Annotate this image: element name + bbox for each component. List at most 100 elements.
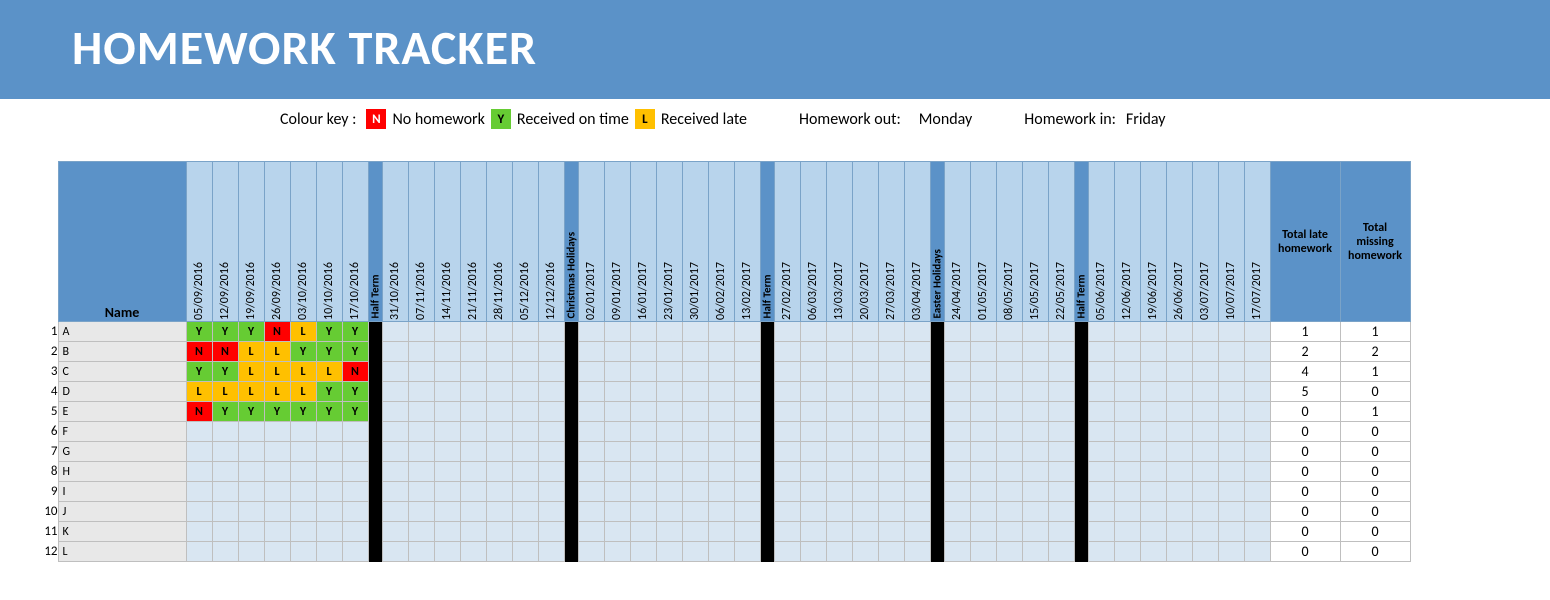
mark-cell[interactable] (708, 422, 734, 442)
mark-cell[interactable] (512, 402, 538, 422)
mark-cell[interactable] (1218, 422, 1244, 442)
mark-cell[interactable] (904, 462, 930, 482)
mark-cell[interactable] (1088, 402, 1114, 422)
mark-cell[interactable] (1088, 542, 1114, 562)
mark-cell[interactable] (1022, 402, 1048, 422)
mark-cell[interactable] (1244, 322, 1270, 342)
mark-cell[interactable] (408, 442, 434, 462)
mark-cell[interactable] (826, 522, 852, 542)
mark-cell[interactable] (944, 422, 970, 442)
mark-cell[interactable] (1244, 382, 1270, 402)
mark-cell[interactable] (408, 462, 434, 482)
mark-cell[interactable] (186, 482, 212, 502)
mark-cell[interactable] (1166, 542, 1192, 562)
mark-cell[interactable] (460, 402, 486, 422)
mark-cell[interactable] (538, 442, 564, 462)
mark-cell[interactable] (342, 522, 368, 542)
mark-cell[interactable] (264, 482, 290, 502)
mark-cell[interactable] (682, 522, 708, 542)
mark-cell[interactable] (1114, 442, 1140, 462)
mark-cell[interactable] (682, 402, 708, 422)
mark-cell[interactable] (800, 542, 826, 562)
mark-cell[interactable] (1088, 422, 1114, 442)
mark-cell[interactable] (1192, 342, 1218, 362)
mark-cell[interactable] (460, 322, 486, 342)
mark-cell[interactable] (1022, 482, 1048, 502)
mark-cell[interactable] (1218, 502, 1244, 522)
mark-cell[interactable]: Y (342, 322, 368, 342)
mark-cell[interactable] (630, 502, 656, 522)
mark-cell[interactable] (1166, 482, 1192, 502)
mark-cell[interactable] (512, 502, 538, 522)
mark-cell[interactable] (512, 462, 538, 482)
mark-cell[interactable] (970, 482, 996, 502)
mark-cell[interactable]: Y (238, 402, 264, 422)
mark-cell[interactable] (996, 502, 1022, 522)
mark-cell[interactable] (1166, 362, 1192, 382)
mark-cell[interactable] (852, 522, 878, 542)
mark-cell[interactable] (774, 382, 800, 402)
mark-cell[interactable] (316, 542, 342, 562)
mark-cell[interactable] (290, 542, 316, 562)
mark-cell[interactable] (1192, 362, 1218, 382)
mark-cell[interactable] (970, 522, 996, 542)
mark-cell[interactable] (1048, 462, 1074, 482)
mark-cell[interactable] (604, 542, 630, 562)
mark-cell[interactable] (538, 382, 564, 402)
mark-cell[interactable] (630, 362, 656, 382)
mark-cell[interactable] (656, 542, 682, 562)
mark-cell[interactable] (1022, 322, 1048, 342)
mark-cell[interactable] (1114, 462, 1140, 482)
mark-cell[interactable]: L (290, 362, 316, 382)
mark-cell[interactable] (800, 322, 826, 342)
mark-cell[interactable]: Y (316, 342, 342, 362)
mark-cell[interactable] (290, 422, 316, 442)
mark-cell[interactable] (708, 482, 734, 502)
mark-cell[interactable] (382, 482, 408, 502)
mark-cell[interactable] (800, 502, 826, 522)
mark-cell[interactable] (630, 542, 656, 562)
mark-cell[interactable]: L (186, 382, 212, 402)
mark-cell[interactable]: L (264, 362, 290, 382)
mark-cell[interactable] (604, 502, 630, 522)
mark-cell[interactable] (408, 402, 434, 422)
mark-cell[interactable] (434, 422, 460, 442)
mark-cell[interactable] (538, 322, 564, 342)
mark-cell[interactable] (316, 502, 342, 522)
mark-cell[interactable] (382, 502, 408, 522)
mark-cell[interactable] (1088, 322, 1114, 342)
mark-cell[interactable]: Y (238, 322, 264, 342)
mark-cell[interactable] (512, 322, 538, 342)
mark-cell[interactable] (264, 522, 290, 542)
mark-cell[interactable] (408, 482, 434, 502)
mark-cell[interactable] (1088, 462, 1114, 482)
mark-cell[interactable] (996, 422, 1022, 442)
mark-cell[interactable] (852, 442, 878, 462)
mark-cell[interactable] (1192, 482, 1218, 502)
mark-cell[interactable] (904, 522, 930, 542)
mark-cell[interactable] (682, 442, 708, 462)
mark-cell[interactable] (734, 322, 760, 342)
student-name-cell[interactable]: H (58, 462, 186, 482)
mark-cell[interactable] (578, 342, 604, 362)
mark-cell[interactable] (904, 342, 930, 362)
mark-cell[interactable] (486, 482, 512, 502)
mark-cell[interactable] (656, 402, 682, 422)
mark-cell[interactable] (1166, 522, 1192, 542)
mark-cell[interactable] (656, 382, 682, 402)
mark-cell[interactable] (630, 342, 656, 362)
mark-cell[interactable] (434, 402, 460, 422)
mark-cell[interactable] (944, 522, 970, 542)
mark-cell[interactable]: Y (186, 322, 212, 342)
mark-cell[interactable] (1192, 502, 1218, 522)
mark-cell[interactable] (264, 542, 290, 562)
mark-cell[interactable] (1048, 522, 1074, 542)
mark-cell[interactable] (878, 382, 904, 402)
mark-cell[interactable] (708, 542, 734, 562)
mark-cell[interactable] (904, 502, 930, 522)
mark-cell[interactable] (1022, 542, 1048, 562)
mark-cell[interactable] (1088, 362, 1114, 382)
mark-cell[interactable]: Y (290, 342, 316, 362)
mark-cell[interactable]: L (238, 382, 264, 402)
mark-cell[interactable] (996, 342, 1022, 362)
